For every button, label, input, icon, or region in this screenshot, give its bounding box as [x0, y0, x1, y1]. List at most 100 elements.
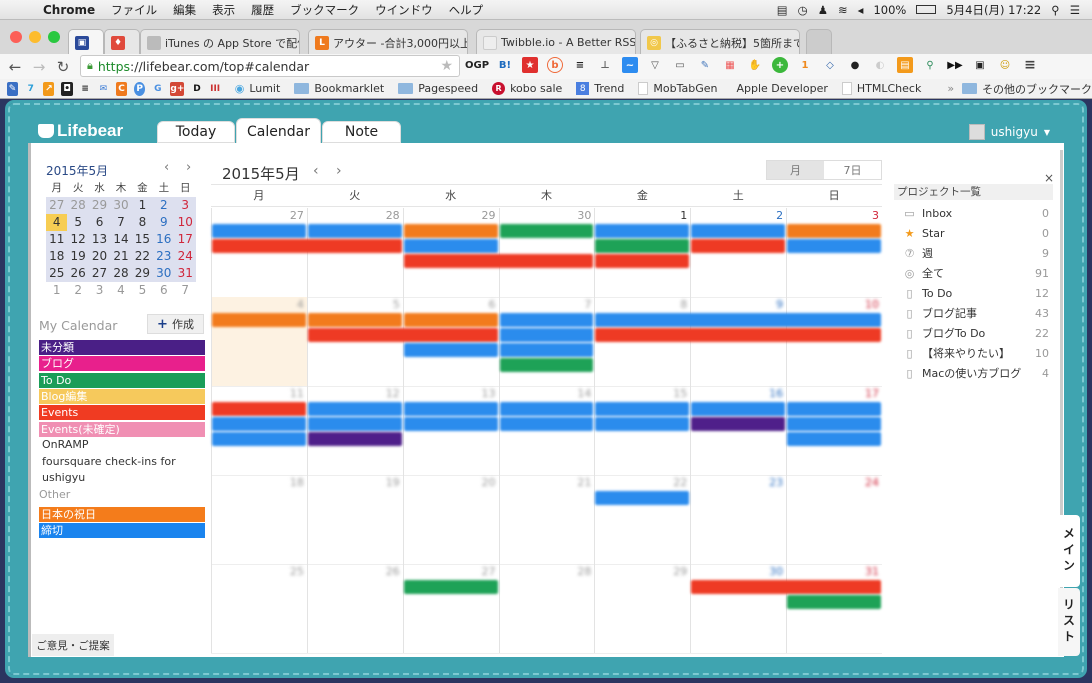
side-tab-main[interactable]: メイン	[1058, 515, 1080, 587]
calendar-event[interactable]	[595, 313, 881, 327]
menu-help[interactable]: ヘルプ	[449, 2, 484, 18]
menu-edit[interactable]: 編集	[173, 2, 196, 18]
calendar-event[interactable]	[403, 239, 498, 253]
mini-day[interactable]: 11	[46, 231, 67, 248]
browser-tab[interactable]: ◎【ふるさと納税】5箇所まで×	[640, 29, 800, 55]
extension-icon[interactable]: ◇	[822, 57, 838, 73]
back-icon[interactable]: ←	[6, 58, 24, 76]
mini-day[interactable]: 23	[153, 248, 174, 265]
extension-icon[interactable]: ☺	[997, 57, 1013, 73]
prev-month-button[interactable]: ‹	[313, 163, 319, 179]
mini-day[interactable]: 22	[132, 248, 153, 265]
day-cell[interactable]: 27	[402, 564, 499, 653]
user-menu[interactable]: ushigyu ▼	[968, 124, 1050, 140]
calendar-event[interactable]	[691, 417, 786, 431]
mini-day[interactable]: 1	[46, 282, 67, 299]
mini-day[interactable]: 9	[153, 214, 174, 231]
bookmark-other-bookmarks[interactable]: その他のブックマーク	[962, 81, 1092, 97]
browser-tab[interactable]: Lアウター -合計3,000円以上×	[308, 29, 468, 55]
mini-day[interactable]: 29	[132, 265, 153, 282]
calendar-event[interactable]	[595, 402, 690, 416]
mini-day[interactable]: 5	[132, 282, 153, 299]
extension-icon[interactable]: b	[547, 57, 563, 73]
extension-icon[interactable]: ⚲	[922, 57, 938, 73]
bookmark-icon[interactable]: III	[210, 82, 221, 96]
project-item[interactable]: ▯ 【将来やりたい】 10	[894, 343, 1053, 363]
mini-day[interactable]: 8	[132, 214, 153, 231]
mini-day[interactable]: 21	[110, 248, 131, 265]
project-item[interactable]: ▭ Inbox 0	[894, 203, 1053, 223]
mini-day[interactable]: 25	[46, 265, 67, 282]
mini-day[interactable]: 29	[89, 197, 110, 214]
extension-icon[interactable]: ●	[847, 57, 863, 73]
calendar-event[interactable]	[787, 239, 881, 253]
spotlight-icon[interactable]: ⚲	[1051, 3, 1059, 17]
mini-day[interactable]: 2	[67, 282, 88, 299]
mini-day[interactable]: 15	[132, 231, 153, 248]
notification-center-icon[interactable]: ☰	[1070, 3, 1080, 17]
bookmark-icon[interactable]: 7	[25, 82, 36, 96]
bookmark-icon[interactable]: ✎	[7, 81, 19, 96]
calendar-event[interactable]	[212, 402, 306, 416]
browser-tab[interactable]: ▣	[68, 29, 104, 55]
calendar-event[interactable]	[307, 432, 402, 446]
day-cell[interactable]: 19	[306, 475, 403, 564]
mini-day[interactable]: 30	[110, 197, 131, 214]
day-cell[interactable]: 18	[211, 475, 307, 564]
bookmark-pagespeed[interactable]: Pagespeed	[398, 82, 478, 95]
calendar-event[interactable]	[499, 328, 594, 342]
bookmark-kobo-sale[interactable]: Rkobo sale	[492, 82, 562, 95]
mini-day[interactable]: 17	[175, 231, 196, 248]
bookmark-icon[interactable]: D	[191, 82, 202, 96]
calendar-event[interactable]	[691, 402, 786, 416]
project-item[interactable]: ▯ Macの使い方ブログ 4	[894, 363, 1053, 383]
bookmark-icon[interactable]: ↗	[43, 81, 55, 96]
buffer-icon[interactable]: ≡	[572, 57, 588, 73]
calendar-event[interactable]	[595, 417, 690, 431]
mini-day[interactable]: 24	[175, 248, 196, 265]
calendar-event[interactable]	[595, 254, 690, 268]
volume-icon[interactable]: ◂	[858, 3, 864, 17]
mini-day[interactable]: 27	[89, 265, 110, 282]
day-cell[interactable]: 21	[498, 475, 595, 564]
hatena-bookmark-icon[interactable]: B!	[497, 57, 513, 73]
extension-icon[interactable]: ▭	[672, 57, 688, 73]
calendar-extension-icon[interactable]: ▦	[722, 57, 738, 73]
calendar-event[interactable]	[212, 239, 402, 253]
extension-icon[interactable]: ⊥	[597, 57, 613, 73]
eyedropper-icon[interactable]: ✎	[697, 57, 713, 73]
calendar-event[interactable]	[307, 417, 402, 431]
day-cell[interactable]: 26	[306, 564, 403, 653]
minimize-window-button[interactable]	[29, 31, 41, 43]
calendar-event[interactable]	[499, 313, 594, 327]
bookmark-icon[interactable]: C	[115, 81, 128, 96]
mini-day[interactable]: 28	[67, 197, 88, 214]
bookmark-lumit[interactable]: ◉ Lumit	[235, 82, 281, 95]
calendar-event[interactable]	[595, 491, 690, 505]
mini-day[interactable]: 6	[153, 282, 174, 299]
mini-prev-month-button[interactable]: ‹	[164, 160, 169, 175]
reload-icon[interactable]: ↻	[54, 58, 72, 76]
day-cell[interactable]: 22	[594, 475, 690, 564]
buffer-bookmark-icon[interactable]: ≡	[80, 82, 91, 96]
forward-icon[interactable]: →	[30, 58, 48, 76]
calendar-event[interactable]	[212, 417, 306, 431]
extension-icon[interactable]: ★	[522, 57, 538, 73]
calendar-event[interactable]	[307, 224, 402, 238]
ogp-extension-icon[interactable]: OGP	[465, 57, 489, 73]
extension-icon[interactable]: 1	[797, 57, 813, 73]
calendar-event[interactable]	[212, 313, 306, 327]
tab-note[interactable]: Note	[322, 121, 401, 143]
other-calendar-item[interactable]: 締切	[39, 523, 205, 539]
calendar-item-foursquare-user[interactable]: ushigyu	[42, 471, 85, 484]
bookmark-icon[interactable]: ◘	[61, 81, 73, 96]
calendar-event[interactable]	[403, 402, 498, 416]
close-window-button[interactable]	[10, 31, 22, 43]
mini-day[interactable]: 12	[67, 231, 88, 248]
bookmark-bookmarklet[interactable]: Bookmarklet	[294, 82, 384, 95]
day-cell[interactable]: 30	[690, 564, 786, 653]
day-cell[interactable]: 29	[594, 564, 690, 653]
bookmark-star-icon[interactable]: ★	[440, 58, 453, 74]
extension-icon[interactable]: ▣	[972, 57, 988, 73]
mini-day[interactable]: 14	[110, 231, 131, 248]
